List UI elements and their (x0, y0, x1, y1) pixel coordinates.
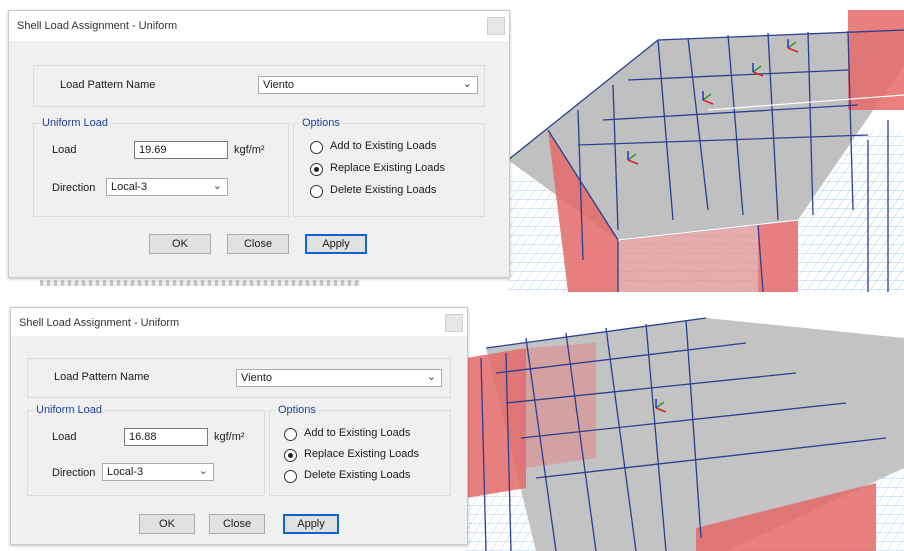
options-group-title: Options (300, 117, 342, 129)
uniform-load-group: Uniform Load Load kgf/m² Direction Local… (27, 404, 265, 496)
close-button[interactable]: Close (227, 234, 289, 254)
apply-button[interactable]: Apply (283, 514, 339, 534)
load-pattern-select[interactable]: Viento ⌄ (258, 76, 478, 94)
radio-button-selected[interactable] (284, 449, 297, 462)
radio-replace-existing[interactable]: Replace Existing Loads (284, 448, 444, 464)
option-label: Add to Existing Loads (330, 140, 437, 152)
option-label: Add to Existing Loads (304, 427, 411, 439)
load-pattern-panel: Load Pattern Name Viento ⌄ (33, 65, 485, 107)
uniform-load-group-title: Uniform Load (40, 117, 111, 129)
chevron-down-icon: ⌄ (462, 78, 472, 90)
wall-right (848, 10, 904, 110)
dialog-titlebar[interactable]: Shell Load Assignment - Uniform (11, 308, 467, 336)
chevron-down-icon: ⌄ (426, 371, 436, 383)
load-input[interactable] (134, 141, 228, 159)
load-pattern-panel: Load Pattern Name Viento ⌄ (27, 358, 451, 398)
radio-button[interactable] (284, 428, 297, 441)
radio-delete-existing[interactable]: Delete Existing Loads (310, 184, 480, 200)
option-label: Replace Existing Loads (304, 448, 419, 460)
load-input[interactable] (124, 428, 208, 446)
direction-value: Local-3 (107, 466, 144, 478)
option-label: Delete Existing Loads (304, 469, 411, 481)
radio-button[interactable] (284, 470, 297, 483)
option-label: Replace Existing Loads (330, 162, 445, 174)
uniform-load-group: Uniform Load Load kgf/m² Direction Local… (33, 117, 289, 217)
radio-button[interactable] (310, 185, 323, 198)
ok-button[interactable]: OK (149, 234, 211, 254)
radio-add-to-existing[interactable]: Add to Existing Loads (310, 140, 480, 156)
load-pattern-label: Load Pattern Name (60, 79, 156, 91)
direction-select[interactable]: Local-3 ⌄ (106, 178, 228, 196)
radio-button-selected[interactable] (310, 163, 323, 176)
option-label: Delete Existing Loads (330, 184, 437, 196)
structure-3d-view-top (508, 10, 904, 292)
direction-select[interactable]: Local-3 ⌄ (102, 463, 214, 481)
close-button[interactable]: Close (209, 514, 265, 534)
uniform-load-group-title: Uniform Load (34, 404, 105, 416)
options-group: Options Add to Existing Loads Replace Ex… (293, 117, 485, 217)
radio-delete-existing[interactable]: Delete Existing Loads (284, 469, 444, 485)
close-icon[interactable] (445, 314, 463, 332)
load-unit: kgf/m² (234, 144, 265, 156)
dialog-titlebar[interactable]: Shell Load Assignment - Uniform (9, 11, 509, 41)
options-group: Options Add to Existing Loads Replace Ex… (269, 404, 451, 496)
load-pattern-value: Viento (263, 79, 294, 91)
load-pattern-select[interactable]: Viento ⌄ (236, 369, 442, 387)
direction-value: Local-3 (111, 181, 148, 193)
close-icon[interactable] (487, 17, 505, 35)
radio-add-to-existing[interactable]: Add to Existing Loads (284, 427, 444, 443)
dialog-title: Shell Load Assignment - Uniform (17, 20, 178, 32)
structure-3d-view-bottom (466, 317, 904, 551)
model-viewport-bottom[interactable] (466, 298, 904, 551)
apply-button[interactable]: Apply (305, 234, 367, 254)
dialog-title: Shell Load Assignment - Uniform (19, 317, 180, 329)
chevron-down-icon: ⌄ (198, 465, 208, 477)
ok-button[interactable]: OK (139, 514, 195, 534)
background-toolbar-strip (40, 280, 360, 286)
radio-replace-existing[interactable]: Replace Existing Loads (310, 162, 480, 178)
load-unit: kgf/m² (214, 431, 245, 443)
load-pattern-label: Load Pattern Name (54, 371, 150, 383)
model-viewport-top[interactable] (508, 10, 904, 292)
shell-load-dialog-top: Shell Load Assignment - Uniform Load Pat… (8, 10, 510, 278)
radio-button[interactable] (310, 141, 323, 154)
options-group-title: Options (276, 404, 318, 416)
shell-load-dialog-bottom: Shell Load Assignment - Uniform Load Pat… (10, 307, 468, 545)
load-label: Load (52, 431, 77, 443)
chevron-down-icon: ⌄ (212, 180, 222, 192)
direction-label: Direction (52, 182, 96, 194)
load-pattern-value: Viento (241, 372, 272, 384)
load-label: Load (52, 144, 77, 156)
direction-label: Direction (52, 467, 96, 479)
